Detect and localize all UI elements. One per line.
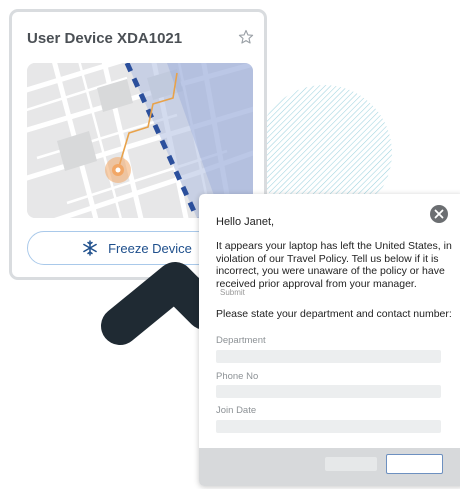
freeze-device-label: Freeze Device	[108, 240, 192, 256]
form-prompt: Please state your department and contact…	[216, 308, 452, 320]
submit-button[interactable]	[386, 454, 443, 474]
device-title: User Device XDA1021	[27, 30, 183, 47]
policy-message: It appears your laptop has left the Unit…	[216, 240, 452, 290]
greeting-text: Hello Janet,	[216, 216, 275, 228]
department-input[interactable]	[216, 350, 441, 363]
dialog-footer	[199, 448, 460, 486]
submit-label: Submit	[220, 288, 245, 297]
stage: User Device XDA1021 Freeze Device Hello …	[0, 0, 460, 489]
join-date-input[interactable]	[216, 420, 441, 433]
phone-label: Phone No	[216, 371, 259, 382]
phone-input[interactable]	[216, 385, 441, 398]
star-icon[interactable]	[238, 29, 254, 45]
department-label: Department	[216, 335, 266, 346]
close-icon[interactable]	[429, 204, 449, 224]
snowflake-icon	[83, 240, 97, 256]
join-date-label: Join Date	[216, 405, 257, 416]
travel-policy-dialog: Hello Janet, It appears your laptop has …	[199, 194, 460, 486]
cancel-button[interactable]	[325, 457, 377, 471]
